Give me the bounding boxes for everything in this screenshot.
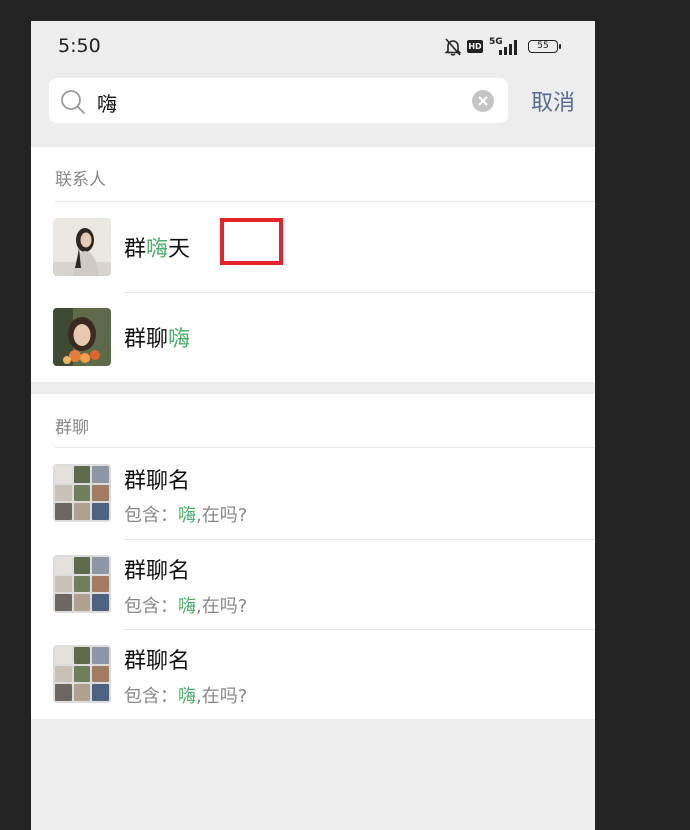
match-highlight: 嗨 (146, 237, 169, 262)
search-icon (61, 90, 85, 114)
group-avatar (53, 645, 111, 703)
battery-tip-icon (559, 44, 561, 49)
group-row[interactable]: 群聊名 包含：嗨,在吗? (31, 630, 595, 719)
battery-level: 55 (537, 41, 549, 51)
annotation-highlight-box (220, 218, 283, 265)
hd-icon: HD (467, 40, 483, 53)
group-match-text: 包含：嗨,在吗? (124, 596, 248, 617)
phone-screen: 5:50 HD 5G 55 嗨 取消 联系人 群嗨天 群聊嗨 群聊 群聊名 包含… (31, 21, 595, 830)
match-highlight: 嗨 (178, 686, 196, 707)
group-chats-section: 群聊 群聊名 包含：嗨,在吗? 群聊名 包含：嗨,在吗? 群聊名 包含：嗨,在吗… (31, 394, 595, 719)
avatar (53, 218, 111, 276)
clear-icon[interactable] (472, 90, 494, 112)
match-highlight: 嗨 (168, 327, 191, 352)
status-bar: 5:50 HD 5G 55 (31, 21, 595, 73)
group-row[interactable]: 群聊名 包含：嗨,在吗? (31, 448, 595, 539)
contact-row[interactable]: 群嗨天 (31, 202, 595, 292)
section-title-contacts: 联系人 (55, 170, 106, 190)
search-query: 嗨 (97, 92, 117, 116)
group-match-text: 包含：嗨,在吗? (124, 686, 248, 707)
section-title-groups: 群聊 (55, 418, 89, 438)
group-row[interactable]: 群聊名 包含：嗨,在吗? (31, 540, 595, 629)
group-name: 群聊名 (124, 649, 191, 674)
bell-muted-icon (444, 38, 462, 56)
signal-icon (499, 40, 517, 55)
cancel-button[interactable]: 取消 (531, 85, 575, 117)
group-match-text: 包含：嗨,在吗? (124, 505, 248, 526)
group-avatar (53, 555, 111, 613)
group-name: 群聊名 (124, 559, 191, 584)
status-time: 5:50 (58, 35, 101, 57)
contact-name: 群聊嗨 (124, 327, 191, 352)
avatar (53, 308, 111, 366)
contact-name: 群嗨天 (124, 237, 191, 262)
match-highlight: 嗨 (178, 596, 196, 617)
battery-icon: 55 (528, 40, 558, 53)
group-avatar (53, 464, 111, 522)
match-highlight: 嗨 (178, 505, 196, 526)
contact-row[interactable]: 群聊嗨 (31, 293, 595, 382)
contacts-section: 联系人 群嗨天 群聊嗨 (31, 147, 595, 382)
group-name: 群聊名 (124, 469, 191, 494)
search-input[interactable]: 嗨 (49, 78, 508, 123)
